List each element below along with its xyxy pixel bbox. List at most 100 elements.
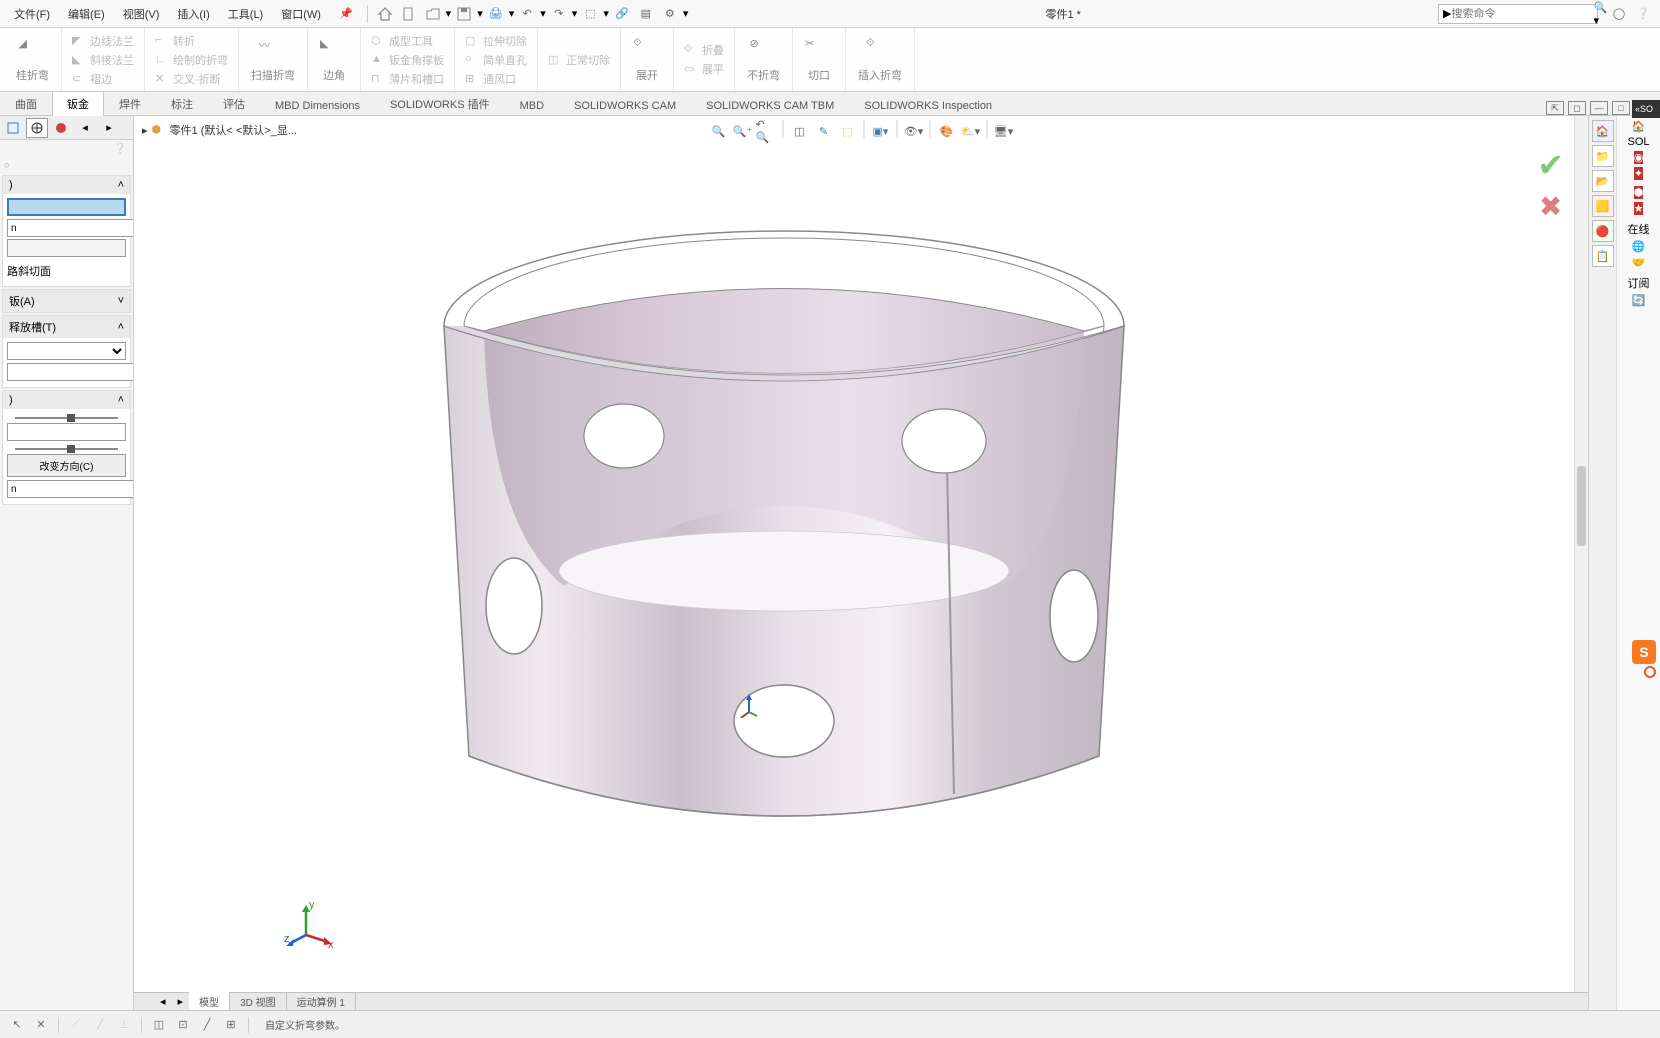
direction-spinner[interactable]: ▴▾ bbox=[7, 480, 126, 500]
section-allowance-header[interactable]: 钣(A)˅ bbox=[3, 290, 130, 312]
section-1-header[interactable]: )˄ bbox=[3, 176, 130, 194]
sb-snap1-icon[interactable]: ◫ bbox=[150, 1016, 168, 1034]
fold-button[interactable]: ⟐折叠 bbox=[680, 41, 728, 59]
collapse-icon[interactable]: ⇱ bbox=[1546, 101, 1564, 115]
tpo-hands-icon[interactable]: 🤝 bbox=[1632, 256, 1646, 269]
vent-button[interactable]: ⊞通风口 bbox=[461, 70, 531, 88]
tab-nav-right-icon[interactable]: ▸ bbox=[172, 995, 190, 1008]
simple-hole-button[interactable]: ○简单直孔 bbox=[461, 51, 531, 69]
menu-view[interactable]: 视图(V) bbox=[115, 2, 168, 26]
view-orientation-icon[interactable]: ⬚ bbox=[837, 120, 859, 142]
tpo-red2-icon[interactable]: ✦ bbox=[1634, 167, 1643, 180]
sketched-bend-button[interactable]: ∟绘制的折弯 bbox=[151, 51, 232, 69]
search-box[interactable]: ▶ 🔍▾ bbox=[1438, 4, 1598, 24]
config-tab-icon[interactable] bbox=[50, 118, 72, 138]
tpo-red4-icon[interactable]: ★ bbox=[1634, 202, 1644, 215]
no-bends-button[interactable]: ⊘不折弯 bbox=[741, 35, 786, 85]
sb-snap2-icon[interactable]: ⊡ bbox=[174, 1016, 192, 1034]
restore-icon[interactable]: ◻ bbox=[1568, 101, 1586, 115]
tab-sw-inspection[interactable]: SOLIDWORKS Inspection bbox=[849, 95, 1007, 116]
select-icon[interactable]: ⬚ bbox=[579, 3, 601, 25]
minimize-icon[interactable]: ― bbox=[1590, 101, 1608, 115]
graphics-viewport[interactable]: ▸ ⬢ 零件1 (默认< <默认>_显... 🔍 🔍⁺ ↶🔍 ◫ ✎ ⬚ ▣▾ … bbox=[134, 116, 1588, 1010]
vertical-scrollbar[interactable] bbox=[1574, 116, 1588, 992]
tab-surface[interactable]: 曲面 bbox=[0, 91, 52, 116]
user-icon[interactable]: ◯ bbox=[1608, 3, 1630, 25]
previous-view-icon[interactable]: ↶🔍 bbox=[756, 120, 778, 142]
sb-snap3-icon[interactable]: ╱ bbox=[198, 1016, 216, 1034]
search-input[interactable] bbox=[1451, 8, 1593, 20]
direction-field[interactable] bbox=[7, 423, 126, 441]
tab-sheetmetal[interactable]: 钣金 bbox=[52, 91, 104, 116]
new-icon[interactable] bbox=[398, 3, 420, 25]
normal-cut-button[interactable]: ◫正常切除 bbox=[544, 51, 614, 69]
reverse-direction-button[interactable]: 改变方向(C) bbox=[7, 454, 126, 477]
selection-field-1[interactable] bbox=[7, 198, 126, 216]
rip-button[interactable]: ✂切口 bbox=[799, 35, 839, 85]
relief-type-select[interactable] bbox=[7, 342, 126, 360]
view-tab-model[interactable]: 模型 bbox=[189, 992, 230, 1010]
extruded-cut-button[interactable]: ▢拉伸切除 bbox=[461, 32, 531, 50]
maximize-icon[interactable]: □ bbox=[1612, 101, 1630, 115]
gusset-button[interactable]: ▲钣金角撑板 bbox=[367, 51, 448, 69]
ime-badge-icon[interactable]: S bbox=[1632, 640, 1656, 664]
tp-file-explorer-icon[interactable]: 📂 bbox=[1592, 170, 1614, 192]
link-icon[interactable]: 🔗 bbox=[611, 3, 633, 25]
miter-flange-button[interactable]: ◣斜接法兰 bbox=[68, 51, 138, 69]
section-view-icon[interactable]: ◫ bbox=[789, 120, 811, 142]
display-style-icon[interactable]: ▣▾ bbox=[870, 120, 892, 142]
menu-tools[interactable]: 工具(L) bbox=[220, 2, 271, 26]
dynamic-annotation-icon[interactable]: ✎ bbox=[813, 120, 835, 142]
tab-evaluate[interactable]: 评估 bbox=[208, 91, 260, 116]
sb-ortho-icon[interactable]: ⊥ bbox=[115, 1016, 133, 1034]
menu-window[interactable]: 窗口(W) bbox=[273, 2, 329, 26]
menu-edit[interactable]: 编辑(E) bbox=[60, 2, 113, 26]
relief-spinner[interactable]: ▴▾ bbox=[7, 363, 126, 383]
direction-input[interactable] bbox=[7, 480, 133, 498]
tab-flange-button[interactable]: ◢桂折弯 bbox=[10, 35, 55, 85]
unfold-button[interactable]: ⟐展开 bbox=[627, 35, 667, 85]
so-flyout-tab[interactable]: «SO bbox=[1632, 100, 1660, 118]
sb-line-icon[interactable]: ╱ bbox=[91, 1016, 109, 1034]
relief-input[interactable] bbox=[7, 363, 133, 381]
tab-slot-button[interactable]: ⊓薄片和槽口 bbox=[367, 70, 448, 88]
scene-icon[interactable]: ⛅▾ bbox=[960, 120, 982, 142]
tp-home-icon[interactable]: 🏠 bbox=[1592, 120, 1614, 142]
tab-sw-cam[interactable]: SOLIDWORKS CAM bbox=[559, 95, 691, 116]
tp-design-lib-icon[interactable]: 📁 bbox=[1592, 145, 1614, 167]
redo-icon[interactable]: ↷ bbox=[548, 3, 570, 25]
tab-mbd[interactable]: MBD bbox=[505, 95, 559, 116]
print-icon[interactable]: 🖨 bbox=[485, 3, 507, 25]
breadcrumb-text[interactable]: 零件1 (默认< <默认>_显... bbox=[170, 122, 297, 138]
tab-nav-left-icon[interactable]: ◂ bbox=[154, 995, 172, 1008]
forming-tool-button[interactable]: ⬡成型工具 bbox=[367, 32, 448, 50]
tab-mbd-dimensions[interactable]: MBD Dimensions bbox=[260, 95, 375, 116]
tp-appearances-icon[interactable]: 🔴 bbox=[1592, 220, 1614, 242]
tab-weldments[interactable]: 焊件 bbox=[104, 91, 156, 116]
list-icon[interactable]: ▤ bbox=[635, 3, 657, 25]
gear-icon[interactable]: ⚙ bbox=[659, 3, 681, 25]
sb-grid-icon[interactable]: ⊞ bbox=[222, 1016, 240, 1034]
appearance-icon[interactable]: 🎨 bbox=[936, 120, 958, 142]
tpo-home-icon[interactable]: 🏠 bbox=[1632, 120, 1646, 133]
checkbox-slope[interactable]: 路斜切面 bbox=[7, 260, 126, 282]
tab-sw-addins[interactable]: SOLIDWORKS 插件 bbox=[375, 91, 505, 116]
jog-button[interactable]: ⌐转折 bbox=[151, 32, 232, 50]
sb-close-icon[interactable]: ✕ bbox=[32, 1016, 50, 1034]
flatten-button[interactable]: ▭展平 bbox=[680, 60, 728, 78]
spinner-1-input[interactable] bbox=[7, 219, 133, 237]
home-icon[interactable] bbox=[374, 3, 396, 25]
help-icon[interactable]: ❔ bbox=[1632, 3, 1654, 25]
tpo-sub-icon[interactable]: 🔄 bbox=[1632, 294, 1646, 307]
sb-cursor-icon[interactable]: ↖ bbox=[8, 1016, 26, 1034]
tp-custom-props-icon[interactable]: 📋 bbox=[1592, 245, 1614, 267]
open-icon[interactable] bbox=[422, 3, 444, 25]
menu-pin-icon[interactable]: 📌 bbox=[331, 3, 361, 24]
slider-2[interactable] bbox=[7, 444, 126, 454]
menu-file[interactable]: 文件(F) bbox=[6, 2, 58, 26]
ok-button[interactable]: ✔ bbox=[1537, 146, 1564, 184]
cross-break-button[interactable]: ✕交叉-折断 bbox=[151, 70, 232, 88]
hide-show-icon[interactable]: 👁▾ bbox=[903, 120, 925, 142]
tab-sw-cam-tbm[interactable]: SOLIDWORKS CAM TBM bbox=[691, 95, 849, 116]
save-icon[interactable] bbox=[453, 3, 475, 25]
